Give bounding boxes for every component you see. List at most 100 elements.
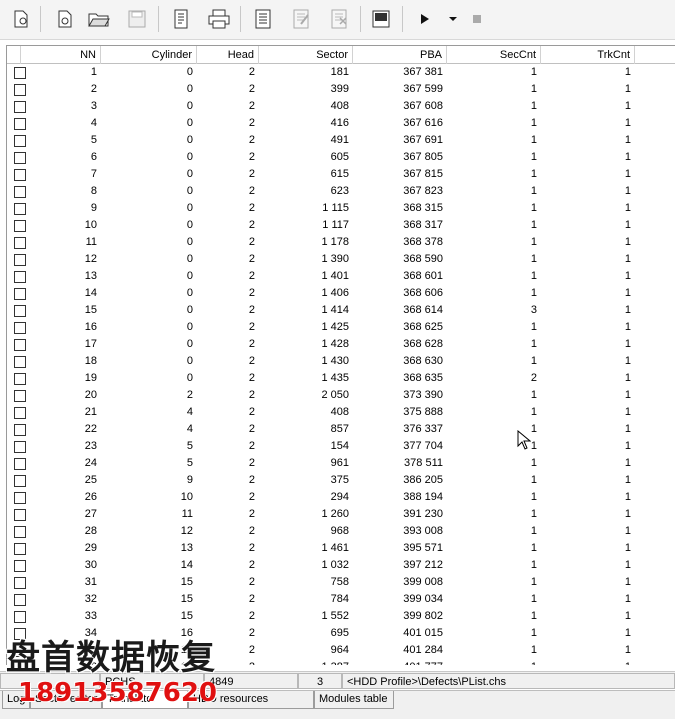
table-row[interactable]: 21 4 2 408 375 888 1 1 <box>7 404 675 421</box>
cell-head: 2 <box>248 134 255 146</box>
cell-pba: 367 599 <box>403 83 443 95</box>
open-folder-icon[interactable] <box>86 6 112 32</box>
table-row[interactable]: 24 5 2 961 378 511 1 1 <box>7 455 675 472</box>
cell-pba: 368 628 <box>403 338 443 350</box>
cell-trkcnt: 1 <box>624 270 631 282</box>
cell-trkcnt: 1 <box>624 219 631 231</box>
table-row[interactable]: 4 0 2 416 367 616 1 1 <box>7 115 675 132</box>
chevron-down-icon[interactable] <box>440 6 466 32</box>
table-row[interactable]: 22 4 2 857 376 337 1 1 <box>7 421 675 438</box>
cell-sector: 1 425 <box>321 321 349 333</box>
report-icon[interactable] <box>250 6 276 32</box>
table-row[interactable]: 12 0 2 1 390 368 590 1 1 <box>7 251 675 268</box>
script-icon[interactable] <box>168 6 194 32</box>
cell-trkcnt: 1 <box>624 83 631 95</box>
table-row[interactable]: 19 0 2 1 435 368 635 2 1 <box>7 370 675 387</box>
cell-pba: 367 616 <box>403 117 443 129</box>
cell-pba: 368 315 <box>403 202 443 214</box>
cell-head: 2 <box>248 542 255 554</box>
cell-sector: 1 115 <box>322 202 349 214</box>
cell-head: 2 <box>248 355 255 367</box>
table-row[interactable]: 32 15 2 784 399 034 1 1 <box>7 591 675 608</box>
table-row[interactable]: 25 9 2 375 386 205 1 1 <box>7 472 675 489</box>
cell-trkcnt: 1 <box>624 644 631 656</box>
table-row[interactable]: 17 0 2 1 428 368 628 1 1 <box>7 336 675 353</box>
cell-pba: 375 888 <box>403 406 443 418</box>
cell-head: 2 <box>248 491 255 503</box>
cell-seccnt: 1 <box>530 338 537 350</box>
cell-seccnt: 1 <box>530 236 537 248</box>
cell-seccnt: 1 <box>530 576 537 588</box>
cell-sector: 857 <box>330 423 349 435</box>
column-header-seccnt[interactable]: SecCnt <box>447 46 541 64</box>
column-header-head[interactable]: Head <box>197 46 259 64</box>
cell-cylinder: 0 <box>186 321 193 333</box>
print-icon[interactable] <box>206 6 232 32</box>
watermark-text: 盘首数据恢复 <box>6 638 216 678</box>
cell-pba: 373 390 <box>403 389 443 401</box>
cell-head: 2 <box>248 525 255 537</box>
table-row[interactable]: 31 15 2 758 399 008 1 1 <box>7 574 675 591</box>
gear-document-icon[interactable] <box>8 6 34 32</box>
table-row[interactable]: 1 0 2 181 367 381 1 1 <box>7 64 675 81</box>
table-row[interactable]: 20 2 2 2 050 373 390 1 1 <box>7 387 675 404</box>
column-header-sector[interactable]: Sector <box>259 46 353 64</box>
table-row[interactable]: 7 0 2 615 367 815 1 1 <box>7 166 675 183</box>
table-row[interactable]: 23 5 2 154 377 704 1 1 <box>7 438 675 455</box>
cell-cylinder: 0 <box>186 134 193 146</box>
column-header-cylinder[interactable]: Cylinder <box>101 46 197 64</box>
cell-seccnt: 1 <box>530 321 537 333</box>
table-row[interactable]: 28 12 2 968 393 008 1 1 <box>7 523 675 540</box>
table-row[interactable]: 27 11 2 1 260 391 230 1 1 <box>7 506 675 523</box>
cell-seccnt: 1 <box>530 542 537 554</box>
cell-sector: 1 260 <box>321 508 349 520</box>
cell-nn: 11 <box>85 236 97 248</box>
cell-trkcnt: 1 <box>624 253 631 265</box>
table-row[interactable]: 8 0 2 623 367 823 1 1 <box>7 183 675 200</box>
table-row[interactable]: 16 0 2 1 425 368 625 1 1 <box>7 319 675 336</box>
cell-nn: 20 <box>84 389 97 401</box>
tab-modules-table[interactable]: Modules table <box>314 691 394 709</box>
column-header-trkcnt[interactable]: TrkCnt <box>541 46 635 64</box>
table-row[interactable]: 6 0 2 605 367 805 1 1 <box>7 149 675 166</box>
table-row[interactable]: 15 0 2 1 414 368 614 3 1 <box>7 302 675 319</box>
cell-sector: 961 <box>330 457 349 469</box>
table-row[interactable]: 14 0 2 1 406 368 606 1 1 <box>7 285 675 302</box>
cell-head: 2 <box>248 440 255 452</box>
cell-nn: 8 <box>90 185 97 197</box>
table-row[interactable]: 10 0 2 1 117 368 317 1 1 <box>7 217 675 234</box>
table-row[interactable]: 3 0 2 408 367 608 1 1 <box>7 98 675 115</box>
table-row[interactable]: 13 0 2 1 401 368 601 1 1 <box>7 268 675 285</box>
delete-report-icon <box>326 6 352 32</box>
column-header-nn[interactable]: NN <box>21 46 101 64</box>
window-bottom-edge <box>0 710 675 719</box>
cell-cylinder: 12 <box>180 525 193 537</box>
cell-pba: 401 284 <box>403 644 443 656</box>
cell-trkcnt: 1 <box>624 593 631 605</box>
cell-nn: 31 <box>84 576 97 588</box>
cell-nn: 23 <box>84 440 97 452</box>
cell-trkcnt: 1 <box>624 134 631 146</box>
table-row[interactable]: 9 0 2 1 115 368 315 1 1 <box>7 200 675 217</box>
play-icon[interactable] <box>412 6 438 32</box>
table-row[interactable]: 2 0 2 399 367 599 1 1 <box>7 81 675 98</box>
gear-new-icon[interactable] <box>52 6 78 32</box>
cell-head: 2 <box>248 304 255 316</box>
cell-head: 2 <box>248 270 255 282</box>
cell-head: 2 <box>248 423 255 435</box>
table-row[interactable]: 18 0 2 1 430 368 630 1 1 <box>7 353 675 370</box>
table-row[interactable]: 5 0 2 491 367 691 1 1 <box>7 132 675 149</box>
table-row[interactable]: 26 10 2 294 388 194 1 1 <box>7 489 675 506</box>
terminal-icon[interactable] <box>368 6 394 32</box>
table-row[interactable]: 29 13 2 1 461 395 571 1 1 <box>7 540 675 557</box>
table-row[interactable]: 33 15 2 1 552 399 802 1 1 <box>7 608 675 625</box>
cell-trkcnt: 1 <box>624 440 631 452</box>
table-row[interactable]: 30 14 2 1 032 397 212 1 1 <box>7 557 675 574</box>
table-row[interactable]: 11 0 2 1 178 368 378 1 1 <box>7 234 675 251</box>
cell-pba: 368 601 <box>403 270 443 282</box>
cell-head: 2 <box>248 66 255 78</box>
cell-cylinder: 9 <box>186 474 193 486</box>
cell-seccnt: 1 <box>530 134 537 146</box>
cell-head: 2 <box>248 83 255 95</box>
column-header-pba[interactable]: PBA <box>353 46 447 64</box>
